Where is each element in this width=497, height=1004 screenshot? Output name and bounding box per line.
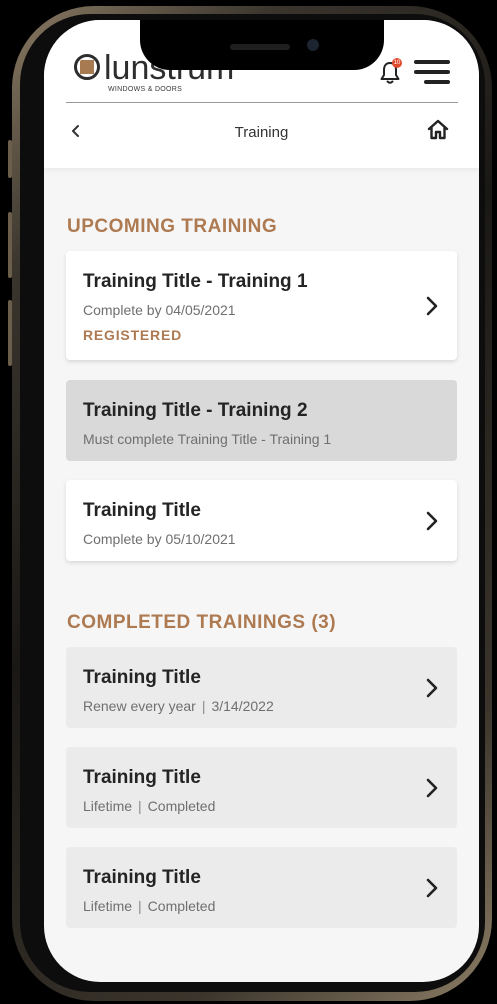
detail-separator: | (138, 898, 142, 914)
notification-badge: 10 (392, 58, 402, 68)
chevron-right-icon (426, 778, 438, 798)
completed-training-card[interactable]: Training Title Renew every year | 3/14/202… (66, 647, 457, 728)
chevron-right-icon (426, 878, 438, 898)
renewal-frequency: Lifetime (83, 898, 133, 914)
completion-status: Completed (147, 798, 216, 814)
training-title: Training Title - Training 2 (83, 400, 308, 421)
front-camera (307, 39, 319, 51)
chevron-right-icon (426, 678, 438, 698)
phone-volume-down (8, 300, 12, 366)
training-card-locked: Training Title - Training 2 Must complet… (66, 380, 457, 461)
header-divider (66, 102, 458, 103)
detail-separator: | (201, 698, 206, 714)
training-card[interactable]: Training Title Complete by 05/10/2021 (66, 480, 457, 561)
training-due-date: Complete by 04/05/2021 (83, 302, 236, 318)
completed-training-card[interactable]: Training Title Lifetime | Completed (66, 747, 457, 828)
training-title: Training Title (83, 767, 201, 788)
training-card[interactable]: Training Title - Training 1 Complete by … (66, 251, 457, 360)
completion-date: 3/14/2022 (211, 698, 274, 714)
training-renewal-info: Lifetime | Completed (83, 897, 441, 915)
chevron-right-icon (426, 296, 438, 316)
app-screen: lunstrum WINDOWS & DOORS 10 Training UPC… (44, 20, 479, 982)
upcoming-section-title: UPCOMING TRAINING (67, 216, 278, 237)
registration-status: REGISTERED (83, 327, 183, 343)
page-title: Training (234, 124, 289, 141)
training-title: Training Title (83, 500, 201, 521)
training-title: Training Title (83, 867, 201, 888)
brand-logo-mark (74, 54, 100, 80)
training-renewal-info: Renew every year | 3/14/2022 (83, 697, 441, 715)
training-renewal-info: Lifetime | Completed (83, 797, 441, 815)
chevron-right-icon (426, 511, 438, 531)
phone-notch (140, 20, 384, 70)
training-prerequisite: Must complete Training Title - Training … (83, 431, 332, 447)
phone-silent-switch (8, 140, 12, 178)
speaker-grille (230, 44, 290, 50)
hamburger-menu-icon[interactable] (414, 60, 450, 84)
renewal-frequency: Lifetime (83, 798, 133, 814)
renewal-frequency: Renew every year (83, 698, 196, 714)
training-title: Training Title (83, 667, 201, 688)
detail-separator: | (138, 798, 142, 814)
completion-status: Completed (147, 898, 216, 914)
training-due-date: Complete by 05/10/2021 (83, 531, 236, 547)
app-header: lunstrum WINDOWS & DOORS 10 Training (44, 20, 479, 168)
training-title: Training Title - Training 1 (83, 271, 308, 292)
completed-section-title: COMPLETED TRAININGS (3) (67, 612, 337, 633)
home-icon[interactable] (426, 118, 450, 142)
completed-training-card[interactable]: Training Title Lifetime | Completed (66, 847, 457, 928)
phone-volume-up (8, 212, 12, 278)
brand-tagline: WINDOWS & DOORS (108, 86, 183, 93)
